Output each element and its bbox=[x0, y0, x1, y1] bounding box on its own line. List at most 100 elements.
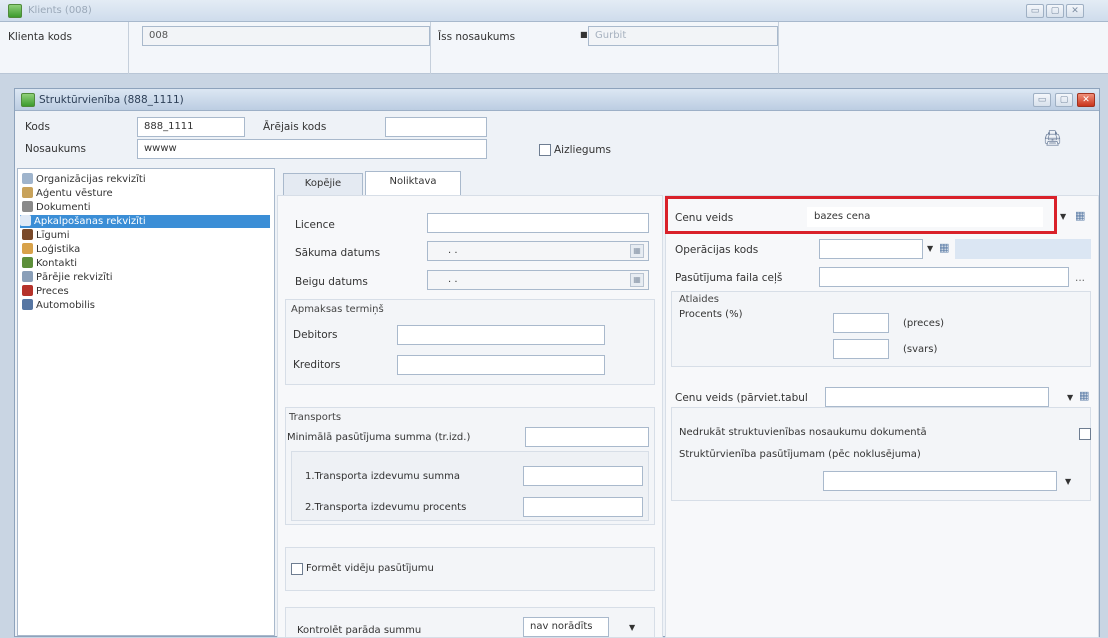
app-icon bbox=[8, 4, 22, 18]
client-code-field[interactable]: 008 bbox=[142, 26, 430, 46]
debtors-field[interactable] bbox=[397, 325, 605, 345]
minimize-button[interactable]: ▭ bbox=[1033, 93, 1051, 107]
price-type-move-select[interactable] bbox=[825, 387, 1049, 407]
tree-item-icon bbox=[20, 215, 31, 226]
tree-item-label: Automobilis bbox=[36, 300, 95, 311]
calendar-icon[interactable]: ▦ bbox=[630, 273, 644, 287]
chevron-down-icon[interactable]: ▼ bbox=[629, 623, 635, 632]
transport-cost-pct-label: 2.Transporta izdevumu procents bbox=[305, 502, 467, 513]
discount-goods-field[interactable] bbox=[833, 313, 889, 333]
grid-icon[interactable]: ▦ bbox=[1075, 209, 1085, 222]
tree-item[interactable]: Organizācijas rekvizīti bbox=[22, 173, 146, 186]
tree-item-icon bbox=[22, 201, 33, 212]
tree-item-label: Pārējie rekvizīti bbox=[36, 272, 113, 283]
blocked-label: Aizliegums bbox=[554, 144, 611, 156]
end-date-field[interactable]: . . bbox=[427, 270, 649, 290]
short-name-label: Īss nosaukums bbox=[438, 31, 516, 43]
tree-item[interactable]: Kontakti bbox=[22, 257, 77, 270]
tree-item-label: Apkalpošanas rekvizīti bbox=[34, 216, 146, 227]
tab-general[interactable]: Kopējie bbox=[283, 173, 363, 195]
end-date-label: Beigu datums bbox=[295, 276, 368, 288]
calendar-icon[interactable]: ▦ bbox=[630, 244, 644, 258]
min-order-field[interactable] bbox=[525, 427, 649, 447]
close-button[interactable]: ✕ bbox=[1077, 93, 1095, 107]
creditors-label: Kreditors bbox=[293, 359, 341, 371]
start-date-label: Sākuma datums bbox=[295, 247, 381, 259]
default-unit-select[interactable] bbox=[823, 471, 1057, 491]
tree-item-label: Līgumi bbox=[36, 230, 70, 241]
transport-cost-sum-field[interactable] bbox=[523, 466, 643, 486]
creditors-field[interactable] bbox=[397, 355, 605, 375]
tree-item-icon bbox=[22, 285, 33, 296]
required-marker-icon: ■ bbox=[580, 30, 588, 39]
grid-icon[interactable]: ▦ bbox=[1079, 389, 1089, 402]
grid-icon[interactable]: ▦ bbox=[939, 241, 949, 254]
code-label: Kods bbox=[25, 121, 50, 133]
transport-cost-pct-field[interactable] bbox=[523, 497, 643, 517]
maximize-button[interactable]: ▢ bbox=[1046, 4, 1064, 18]
tree-item[interactable]: Aģentu vēsture bbox=[22, 187, 113, 200]
price-type-select[interactable]: bazes cena bbox=[807, 207, 1043, 227]
debtors-label: Debitors bbox=[293, 329, 338, 341]
form-avg-order-label: Formēt vidēju pasūtījumu bbox=[306, 563, 434, 574]
maximize-button[interactable]: ▢ bbox=[1055, 93, 1073, 107]
tree-item-label: Dokumenti bbox=[36, 202, 91, 213]
min-order-label: Minimālā pasūtījuma summa (tr.izd.) bbox=[287, 432, 471, 443]
tree-item-label: Kontakti bbox=[36, 258, 78, 269]
tree-item[interactable]: Automobilis bbox=[22, 299, 95, 312]
chevron-down-icon[interactable]: ▼ bbox=[1065, 477, 1071, 486]
tree-item[interactable]: Līgumi bbox=[22, 229, 70, 242]
discount-weight-field[interactable] bbox=[833, 339, 889, 359]
percent-label: Procents (%) bbox=[679, 309, 743, 320]
chevron-down-icon[interactable]: ▼ bbox=[927, 244, 933, 253]
form-avg-order-checkbox[interactable] bbox=[291, 563, 303, 575]
outer-window-title: Klients (008) bbox=[28, 5, 92, 16]
price-type-label: Cenu veids bbox=[675, 212, 734, 224]
operation-code-select[interactable] bbox=[819, 239, 923, 259]
navigation-tree: Organizācijas rekvizīti Aģentu vēsture D… bbox=[17, 168, 275, 636]
app-icon bbox=[21, 93, 35, 107]
browse-button[interactable]: ... bbox=[1075, 272, 1085, 284]
tab-warehouse[interactable]: Noliktava bbox=[365, 171, 461, 195]
check-debt-label: Kontrolēt parāda summu bbox=[297, 625, 422, 636]
name-field[interactable]: wwww bbox=[137, 139, 487, 159]
client-code-label: Klienta kods bbox=[8, 31, 72, 43]
chevron-down-icon[interactable]: ▼ bbox=[1067, 393, 1073, 402]
order-file-path-label: Pasūtījuma faila ceļš bbox=[675, 272, 783, 284]
tree-item-icon bbox=[22, 173, 33, 184]
structure-unit-window: Struktūrvienība (888_1111) ▭ ▢ ✕ Kods 88… bbox=[14, 88, 1100, 638]
divider bbox=[778, 22, 779, 74]
blocked-checkbox[interactable] bbox=[539, 144, 551, 156]
outer-window-titlebar: Klients (008) ▭ ▢ ✕ bbox=[0, 0, 1108, 22]
close-button[interactable]: ✕ bbox=[1066, 4, 1084, 18]
tree-item-selected[interactable]: Apkalpošanas rekvizīti bbox=[20, 215, 270, 228]
tree-item[interactable]: Loģistika bbox=[22, 243, 80, 256]
tree-item-icon bbox=[22, 271, 33, 282]
tree-item-icon bbox=[22, 299, 33, 310]
tree-item-label: Loģistika bbox=[36, 244, 81, 255]
printer-icon[interactable]: 🖨 bbox=[1043, 129, 1062, 147]
short-name-field[interactable]: Gurbit bbox=[588, 26, 778, 46]
tree-item[interactable]: Pārējie rekvizīti bbox=[22, 271, 113, 284]
tree-item[interactable]: Dokumenti bbox=[22, 201, 91, 214]
client-header: Klienta kods 008 Īss nosaukums ■ Gurbit bbox=[0, 22, 1108, 74]
goods-label: (preces) bbox=[903, 318, 945, 329]
order-file-path-field[interactable] bbox=[819, 267, 1069, 287]
external-code-field[interactable] bbox=[385, 117, 487, 137]
minimize-button[interactable]: ▭ bbox=[1026, 4, 1044, 18]
tree-item[interactable]: Preces bbox=[22, 285, 69, 298]
tree-item-label: Preces bbox=[36, 286, 69, 297]
license-label: Licence bbox=[295, 219, 335, 231]
license-field[interactable] bbox=[427, 213, 649, 233]
check-debt-select[interactable]: nav norādīts bbox=[523, 617, 609, 637]
tree-item-label: Aģentu vēsture bbox=[36, 188, 113, 199]
inner-window-titlebar: Struktūrvienība (888_1111) ▭ ▢ ✕ bbox=[15, 89, 1099, 111]
tree-item-icon bbox=[22, 243, 33, 254]
start-date-field[interactable]: . . bbox=[427, 241, 649, 261]
transport-title: Transports bbox=[289, 412, 342, 423]
chevron-down-icon[interactable]: ▼ bbox=[1060, 212, 1066, 221]
code-field[interactable]: 888_1111 bbox=[137, 117, 245, 137]
no-print-checkbox[interactable] bbox=[1079, 428, 1091, 440]
tree-item-icon bbox=[22, 229, 33, 240]
operation-code-label: Operācijas kods bbox=[675, 244, 759, 256]
